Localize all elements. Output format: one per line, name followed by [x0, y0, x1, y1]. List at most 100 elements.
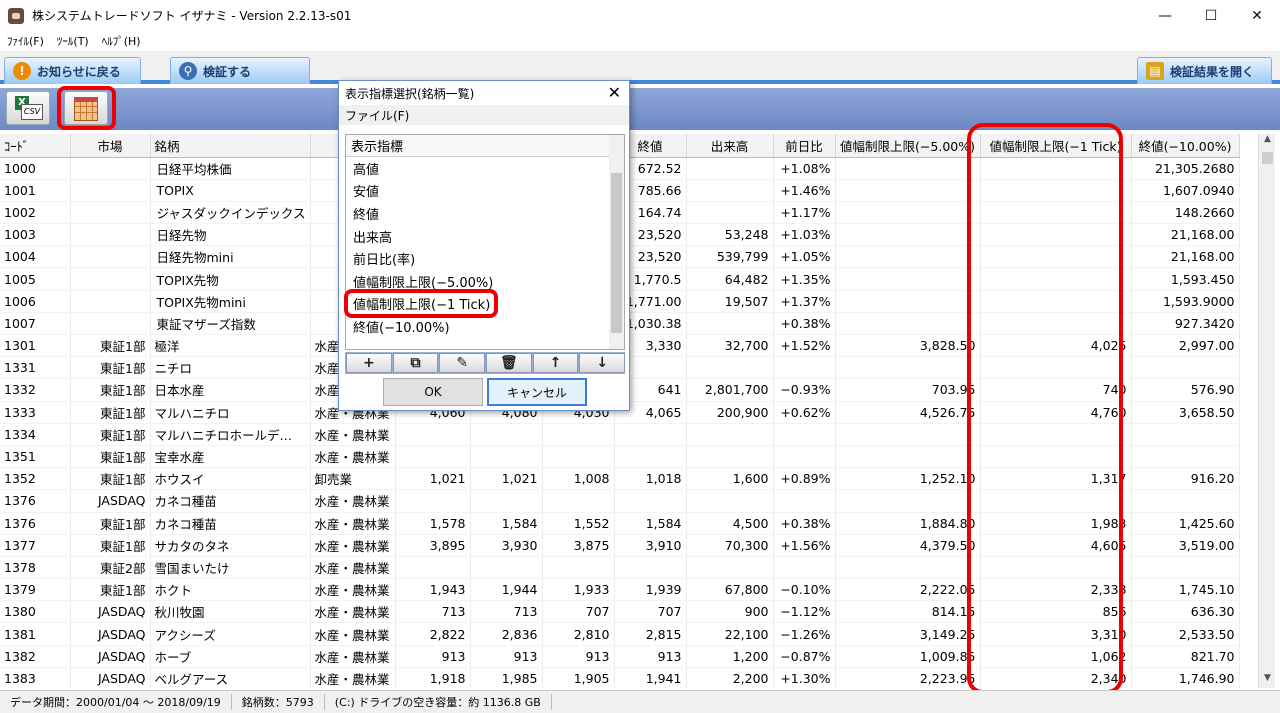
table-cell — [1131, 356, 1240, 380]
column-header[interactable]: ｺｰﾄﾞ — [0, 134, 71, 158]
table-cell: 70,300 — [686, 534, 774, 557]
table-cell — [686, 179, 774, 202]
scroll-up-arrow-icon[interactable]: ▲ — [1259, 134, 1276, 149]
table-cell: 539,799 — [686, 245, 774, 269]
table-cell: ニチロ — [150, 356, 311, 380]
title-bar: 株システムトレードソフト イザナミ - Version 2.2.13-s01 —… — [0, 0, 1280, 31]
edit-icon[interactable]: ✎ — [439, 353, 486, 373]
scroll-down-arrow-icon[interactable]: ▼ — [1259, 673, 1276, 688]
indicator-list-item[interactable]: 終値(−10.00%) — [346, 315, 624, 338]
table-cell: 3,149.25 — [835, 622, 981, 646]
move-up-icon[interactable]: ↑ — [532, 353, 579, 373]
indicator-list-item[interactable]: 出来高 — [346, 225, 624, 248]
column-header[interactable]: 終値(−10.00%) — [1131, 134, 1240, 158]
dialog-menu-file[interactable]: ファイル(F) — [339, 105, 629, 125]
table-cell: 913 — [542, 645, 615, 668]
menu-help[interactable]: ﾍﾙﾌﾟ(H) — [102, 33, 141, 49]
listbox-scrollbar[interactable] — [609, 135, 624, 349]
column-header[interactable]: 銘柄 — [150, 134, 311, 158]
table-cell: JASDAQ — [70, 489, 151, 513]
listbox-scroll-thumb[interactable] — [611, 173, 622, 333]
table-cell: 3,895 — [395, 534, 471, 557]
menu-tools[interactable]: ﾂｰﾙ(T) — [57, 33, 89, 49]
table-cell: −0.10% — [773, 578, 836, 602]
table-cell: 21,305.2680 — [1131, 157, 1240, 180]
table-cell: +1.30% — [773, 667, 836, 688]
status-drive: (C:) ドライブの空き容量：約 1136.8 GB — [325, 694, 552, 710]
table-cell: TOPIX先物mini — [150, 290, 311, 313]
table-cell: 148.2660 — [1131, 201, 1240, 225]
dialog-close-icon[interactable]: ✕ — [608, 83, 621, 102]
table-cell: 1,018 — [614, 467, 687, 491]
table-cell: 1007 — [0, 312, 71, 336]
table-cell: 3,930 — [470, 534, 543, 557]
move-down-icon[interactable]: ↓ — [579, 353, 626, 373]
ok-button[interactable]: OK — [383, 378, 483, 406]
table-cell — [773, 556, 836, 580]
table-cell: 1,884.80 — [835, 512, 981, 535]
table-cell: 1382 — [0, 645, 71, 668]
table-cell: 1,552 — [542, 512, 615, 535]
csv-export-button[interactable]: X CSV — [6, 91, 50, 125]
column-header[interactable]: 前日比 — [773, 134, 836, 158]
copy-icon[interactable]: ⧉ — [392, 353, 439, 373]
column-header[interactable]: 値幅制限上限(−5.00%) — [835, 134, 981, 158]
table-cell: 秋川牧園 — [150, 600, 311, 624]
tab-verify[interactable]: ⚲ 検証する — [170, 57, 310, 84]
table-cell: 1,200 — [686, 645, 774, 668]
table-cell: 4,500 — [686, 512, 774, 535]
table-cell — [686, 556, 774, 580]
tab-news[interactable]: ! お知らせに戻る — [4, 57, 141, 84]
table-cell: 東証1部 — [70, 423, 151, 446]
scroll-thumb[interactable] — [1262, 152, 1273, 164]
table-cell: JASDAQ — [70, 600, 151, 624]
table-cell: 636.30 — [1131, 600, 1240, 624]
table-cell: 水産・農林業 — [310, 489, 396, 513]
indicator-list-item[interactable]: 安値 — [346, 180, 624, 203]
table-cell: 1,943 — [395, 578, 471, 602]
column-header[interactable]: 出来高 — [686, 134, 774, 158]
table-cell — [835, 290, 981, 313]
indicator-list-item[interactable]: 前日比(率) — [346, 247, 624, 270]
table-cell: 雪国まいたけ — [150, 556, 311, 580]
table-cell: 日経先物 — [150, 223, 311, 247]
cancel-button[interactable]: キャンセル — [487, 378, 587, 406]
results-icon: ▤ — [1146, 62, 1164, 80]
table-cell: 900 — [686, 600, 774, 624]
table-cell: 水産・農林業 — [310, 556, 396, 580]
column-header[interactable]: 市場 — [70, 134, 151, 158]
menu-file[interactable]: ﾌｧｲﾙ(F) — [7, 33, 44, 49]
table-cell: 53,248 — [686, 223, 774, 247]
indicator-list-item[interactable]: 高値 — [346, 157, 624, 180]
table-cell — [470, 556, 543, 580]
table-cell: 1005 — [0, 267, 71, 291]
table-cell: 1,593.9000 — [1131, 290, 1240, 313]
indicator-dialog: 表示指標選択(銘柄一覧) ✕ ファイル(F) 表示指標 高値 安値 終値 出来高 前日比… — [338, 80, 630, 411]
close-button[interactable]: ✕ — [1234, 0, 1280, 31]
add-icon[interactable]: + — [346, 353, 392, 373]
table-cell — [614, 445, 687, 469]
table-cell — [835, 445, 981, 469]
table-cell: 1,593.450 — [1131, 267, 1240, 291]
table-cell: サカタのタネ — [150, 534, 311, 557]
table-cell: 1380 — [0, 600, 71, 624]
table-cell: +0.62% — [773, 401, 836, 424]
grid-vertical-scrollbar[interactable]: ▲ ▼ — [1258, 134, 1275, 688]
indicator-list-item[interactable]: 終値 — [346, 202, 624, 225]
maximize-button[interactable]: ☐ — [1188, 0, 1234, 31]
table-cell: 1,584 — [470, 512, 543, 535]
table-cell: 1,252.10 — [835, 467, 981, 491]
table-cell: +1.37% — [773, 290, 836, 313]
table-cell: 2,222.05 — [835, 578, 981, 602]
table-cell: 水産・農林業 — [310, 600, 396, 624]
table-cell: 1,944 — [470, 578, 543, 602]
table-cell — [773, 445, 836, 469]
table-cell: 22,100 — [686, 622, 774, 646]
table-cell: マルハニチロホールデ… — [150, 423, 311, 446]
tab-results[interactable]: ▤ 検証結果を開く — [1137, 57, 1272, 84]
table-cell: JASDAQ — [70, 622, 151, 646]
trash-icon[interactable]: 🗑 — [486, 353, 532, 373]
minimize-button[interactable]: — — [1142, 0, 1188, 31]
table-cell: 1,933 — [542, 578, 615, 602]
table-cell: 東証2部 — [70, 556, 151, 580]
